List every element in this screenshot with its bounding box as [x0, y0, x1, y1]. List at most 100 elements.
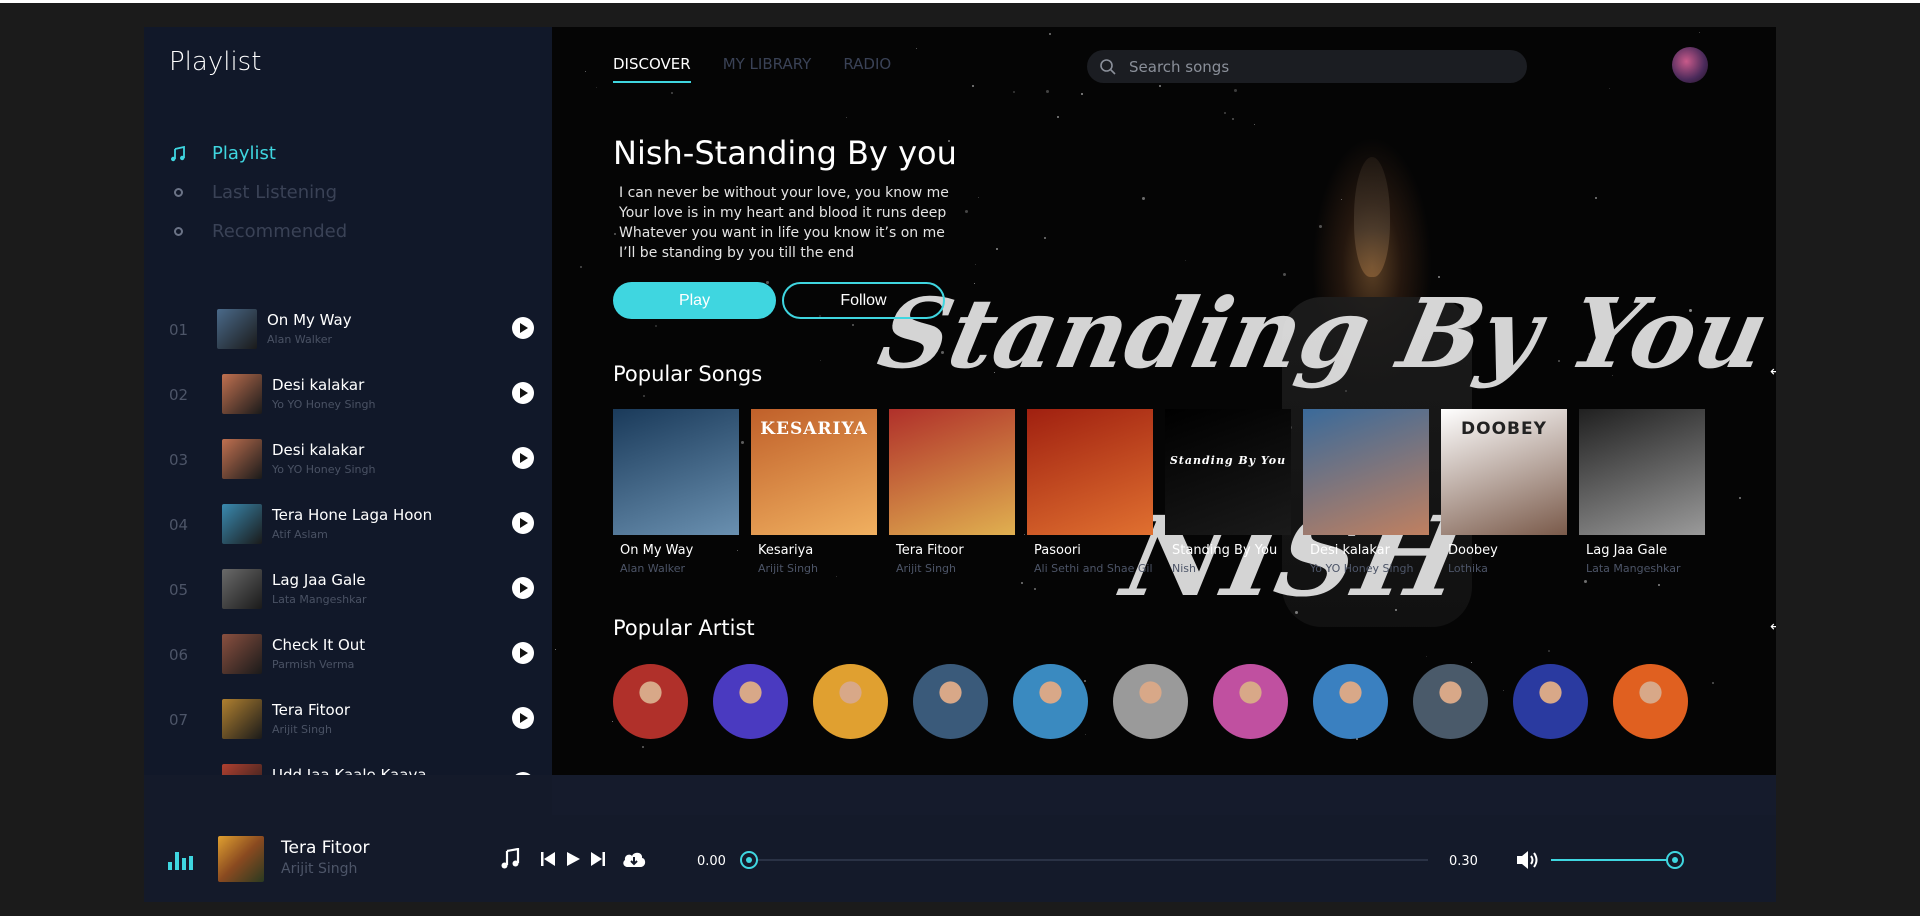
song-title: On My Way [620, 543, 694, 558]
now-playing-cover [218, 836, 264, 882]
song-cover[interactable] [1303, 409, 1429, 535]
artist-avatar[interactable] [1113, 664, 1188, 739]
artist-avatar[interactable] [713, 664, 788, 739]
avatar[interactable] [1672, 47, 1708, 83]
play-icon[interactable] [512, 642, 534, 664]
artist-avatar[interactable] [913, 664, 988, 739]
artist-avatar[interactable] [1413, 664, 1488, 739]
song-artist: Alan Walker [620, 562, 686, 575]
hero-title: Nish-Standing By you [613, 134, 957, 172]
background-speck [996, 248, 998, 250]
equalizer-icon[interactable] [168, 852, 193, 870]
volume-knob[interactable] [1666, 851, 1684, 869]
sidebar-item-playlist[interactable]: Playlist [169, 134, 347, 173]
play-icon[interactable] [512, 382, 534, 404]
follow-button[interactable]: Follow [782, 282, 945, 319]
sidebar-item-recommended[interactable]: Recommended [169, 212, 347, 251]
song-card[interactable]: On My Way Alan Walker [613, 409, 739, 575]
track-thumbnail [222, 764, 262, 775]
song-card[interactable]: KESARIYA Kesariya Arijit Singh [751, 409, 877, 575]
song-cover[interactable] [1027, 409, 1153, 535]
track-row[interactable]: 07 Tera Fitoor Arijit Singh [144, 689, 552, 754]
song-card[interactable]: DOOBEY Doobey Lothika [1441, 409, 1567, 575]
download-icon[interactable] [620, 848, 648, 870]
track-title: Lag Jaa Gale [272, 571, 366, 589]
track-row[interactable]: 05 Lag Jaa Gale Lata Mangeshkar [144, 559, 552, 624]
background-speck [916, 48, 917, 49]
track-artist: Yo YO Honey Singh [272, 398, 376, 411]
background-speck [1081, 93, 1083, 95]
song-cover[interactable]: Standing By You [1165, 409, 1291, 535]
artist-avatar[interactable] [1513, 664, 1588, 739]
track-row[interactable]: 03 Desi kalakar Yo YO Honey Singh [144, 429, 552, 494]
track-row[interactable]: 04 Tera Hone Laga Hoon Atif Aslam [144, 494, 552, 559]
artist-avatar[interactable] [1213, 664, 1288, 739]
arrow-left-icon[interactable]: ← [1770, 364, 1776, 380]
tab-radio[interactable]: RADIO [843, 55, 891, 83]
song-artist: Arijit Singh [896, 562, 956, 575]
tab-my-library[interactable]: MY LIBRARY [723, 55, 812, 83]
song-card[interactable]: Tera Fitoor Arijit Singh [889, 409, 1015, 575]
track-thumbnail [222, 634, 262, 674]
play-icon[interactable] [512, 317, 534, 339]
track-artist: Yo YO Honey Singh [272, 463, 376, 476]
sidebar-nav: Playlist Last Listening Recommended [169, 134, 347, 251]
song-card[interactable]: Standing By You Standing By You Nish [1165, 409, 1291, 575]
song-card[interactable]: Lag Jaa Gale Lata Mangeshkar [1579, 409, 1705, 575]
artist-avatar[interactable] [813, 664, 888, 739]
background-speck [1658, 584, 1660, 586]
play-icon[interactable] [512, 707, 534, 729]
song-cover[interactable] [889, 409, 1015, 535]
volume-slider[interactable] [1551, 859, 1676, 861]
discover-panel: Standing By You NISH DISCOVER MY LIBRARY R… [552, 27, 1776, 775]
music-note-icon[interactable] [499, 848, 521, 870]
next-icon[interactable] [589, 848, 607, 870]
play-icon[interactable] [512, 512, 534, 534]
play-icon[interactable] [512, 447, 534, 469]
track-row[interactable]: 01 On My Way Alan Walker [144, 299, 552, 364]
progress-bar[interactable] [740, 859, 1428, 861]
track-title: Tera Hone Laga Hoon [272, 506, 433, 524]
popular-songs-list: On My Way Alan Walker KESARIYA Kesariya Arij… [613, 409, 1717, 575]
track-artist: Lata Mangeshkar [272, 593, 367, 606]
song-cover[interactable]: KESARIYA [751, 409, 877, 535]
arrow-left-icon[interactable]: ← [1770, 619, 1776, 635]
background-speck [1254, 124, 1255, 125]
artist-avatar[interactable] [1613, 664, 1688, 739]
play-icon[interactable] [512, 772, 534, 775]
popular-artist-title: Popular Artist [613, 616, 755, 640]
play-button[interactable]: Play [613, 282, 776, 319]
artist-avatar[interactable] [613, 664, 688, 739]
track-title: Desi kalakar [272, 441, 365, 459]
track-thumbnail [222, 374, 262, 414]
song-cover[interactable] [613, 409, 739, 535]
search-bar[interactable] [1087, 50, 1527, 83]
background-speck [1609, 88, 1610, 89]
song-artist: Lothika [1448, 562, 1488, 575]
background-speck [671, 92, 673, 94]
track-row[interactable]: 02 Desi kalakar Yo YO Honey Singh [144, 364, 552, 429]
artist-avatar[interactable] [1313, 664, 1388, 739]
song-card[interactable]: Pasoori Ali Sethi and Shae Gill [1027, 409, 1153, 575]
track-row[interactable]: Udd Jaa Kaale Kaava [144, 754, 552, 775]
tab-discover[interactable]: DISCOVER [613, 55, 691, 83]
previous-icon[interactable] [539, 848, 557, 870]
search-input[interactable] [1129, 57, 1509, 76]
background-speck [975, 264, 976, 265]
song-card[interactable]: Desi kalakar Yo YO Honey Singh [1303, 409, 1429, 575]
play-icon[interactable] [564, 848, 582, 870]
song-cover[interactable]: DOOBEY [1441, 409, 1567, 535]
track-number: 02 [169, 386, 189, 404]
sidebar-item-last-listening[interactable]: Last Listening [169, 173, 347, 212]
track-number: 03 [169, 451, 189, 469]
track-row[interactable]: 06 Check It Out Parmish Verma [144, 624, 552, 689]
background-speck [555, 649, 556, 650]
artist-avatar[interactable] [1013, 664, 1088, 739]
track-title: Check It Out [272, 636, 366, 654]
progress-knob[interactable] [740, 851, 758, 869]
background-speck [1044, 237, 1046, 239]
volume-icon[interactable] [1516, 849, 1542, 871]
play-icon[interactable] [512, 577, 534, 599]
track-number: 06 [169, 646, 189, 664]
song-cover[interactable] [1579, 409, 1705, 535]
